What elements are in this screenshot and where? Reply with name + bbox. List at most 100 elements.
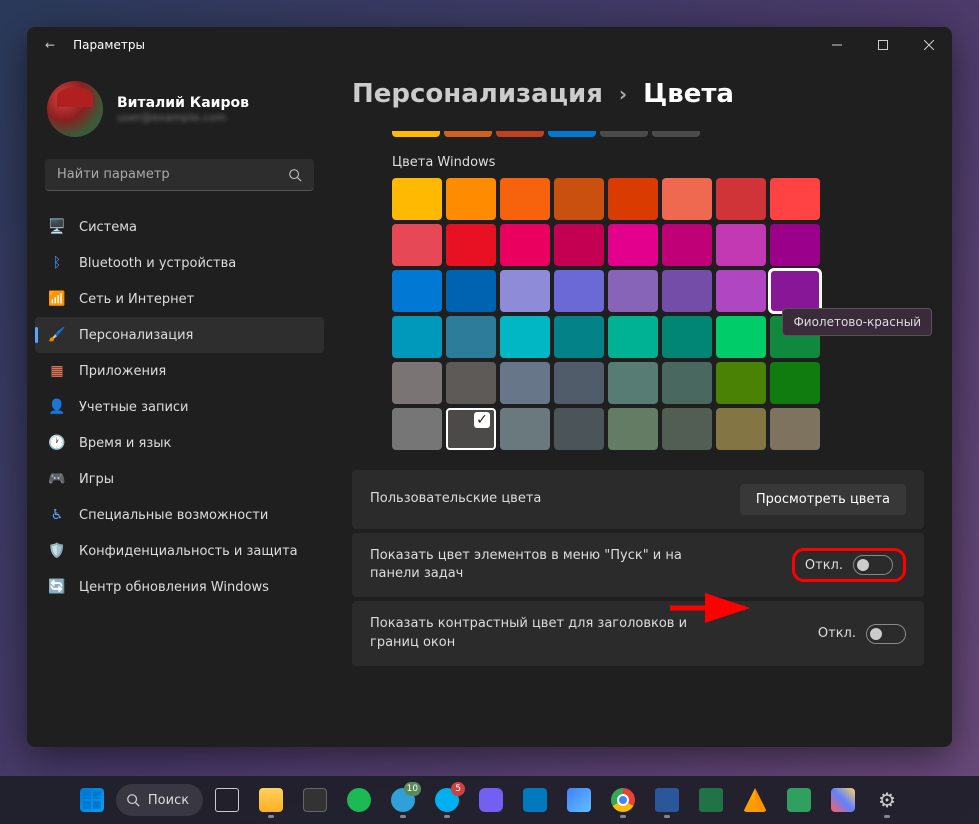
color-swatch[interactable] bbox=[446, 224, 496, 266]
color-swatch[interactable] bbox=[554, 178, 604, 220]
maximize-button[interactable] bbox=[860, 27, 906, 63]
color-swatch[interactable] bbox=[662, 408, 712, 450]
color-swatch[interactable] bbox=[770, 270, 820, 312]
color-swatch[interactable] bbox=[716, 270, 766, 312]
color-swatch[interactable] bbox=[662, 362, 712, 404]
breadcrumb-current: Цвета bbox=[643, 79, 734, 109]
color-swatch[interactable] bbox=[500, 178, 550, 220]
nav-label: Конфиденциальность и защита bbox=[79, 544, 298, 559]
color-swatch[interactable] bbox=[446, 316, 496, 358]
color-swatch[interactable] bbox=[500, 362, 550, 404]
taskbar-search[interactable]: Поиск bbox=[116, 784, 203, 816]
profile-section[interactable]: Виталий Каиров user@example.com bbox=[27, 71, 332, 155]
color-swatch[interactable] bbox=[392, 408, 442, 450]
color-swatch[interactable] bbox=[716, 362, 766, 404]
color-swatch[interactable] bbox=[554, 270, 604, 312]
color-swatch[interactable] bbox=[662, 270, 712, 312]
viber-icon[interactable] bbox=[471, 780, 511, 820]
color-swatch[interactable] bbox=[608, 362, 658, 404]
settings-icon[interactable]: ⚙ bbox=[867, 780, 907, 820]
color-swatch[interactable] bbox=[500, 224, 550, 266]
task-view-button[interactable] bbox=[207, 780, 247, 820]
color-swatch[interactable] bbox=[392, 362, 442, 404]
minimize-button[interactable] bbox=[814, 27, 860, 63]
recent-color-swatch[interactable] bbox=[392, 131, 440, 137]
color-swatch[interactable] bbox=[716, 178, 766, 220]
telegram-icon[interactable]: 10 bbox=[383, 780, 423, 820]
color-swatch[interactable] bbox=[770, 224, 820, 266]
color-swatch[interactable] bbox=[392, 178, 442, 220]
back-button[interactable]: ← bbox=[45, 38, 55, 52]
sidebar-item-9[interactable]: 🛡️Конфиденциальность и защита bbox=[35, 533, 324, 569]
accent-start-toggle[interactable] bbox=[853, 555, 893, 575]
breadcrumb-parent[interactable]: Персонализация bbox=[352, 79, 603, 109]
color-swatch[interactable] bbox=[392, 270, 442, 312]
close-button[interactable] bbox=[906, 27, 952, 63]
color-tooltip: Фиолетово-красный bbox=[782, 308, 932, 336]
color-swatch[interactable] bbox=[608, 270, 658, 312]
recent-color-swatch[interactable] bbox=[652, 131, 700, 137]
sidebar-item-2[interactable]: 📶Сеть и Интернет bbox=[35, 281, 324, 317]
skype-icon[interactable]: 5 bbox=[427, 780, 467, 820]
color-swatch[interactable] bbox=[392, 316, 442, 358]
recent-color-swatch[interactable] bbox=[444, 131, 492, 137]
color-swatch[interactable] bbox=[446, 362, 496, 404]
sidebar-item-6[interactable]: 🕐Время и язык bbox=[35, 425, 324, 461]
nav-icon: 🎮 bbox=[49, 471, 65, 487]
color-swatch[interactable] bbox=[770, 362, 820, 404]
vlc-icon[interactable] bbox=[735, 780, 775, 820]
photos-icon[interactable] bbox=[559, 780, 599, 820]
color-swatch[interactable] bbox=[716, 316, 766, 358]
trello-icon[interactable] bbox=[515, 780, 555, 820]
calculator-icon[interactable] bbox=[295, 780, 335, 820]
recent-color-swatch[interactable] bbox=[548, 131, 596, 137]
recent-color-swatch[interactable] bbox=[600, 131, 648, 137]
accent-title-toggle[interactable] bbox=[866, 624, 906, 644]
color-swatch[interactable] bbox=[608, 408, 658, 450]
start-button[interactable] bbox=[72, 780, 112, 820]
color-swatch[interactable] bbox=[770, 408, 820, 450]
sidebar-item-1[interactable]: ᛒBluetooth и устройства bbox=[35, 245, 324, 281]
sidebar-item-4[interactable]: ▦Приложения bbox=[35, 353, 324, 389]
color-swatch[interactable] bbox=[500, 408, 550, 450]
app-icon[interactable] bbox=[779, 780, 819, 820]
color-swatch[interactable] bbox=[608, 178, 658, 220]
color-swatch[interactable] bbox=[662, 316, 712, 358]
color-swatch[interactable] bbox=[716, 408, 766, 450]
color-swatch[interactable] bbox=[446, 408, 496, 450]
sidebar-item-8[interactable]: ♿Специальные возможности bbox=[35, 497, 324, 533]
color-swatch[interactable] bbox=[770, 178, 820, 220]
sidebar-item-7[interactable]: 🎮Игры bbox=[35, 461, 324, 497]
color-swatch[interactable] bbox=[608, 316, 658, 358]
sidebar-item-5[interactable]: 👤Учетные записи bbox=[35, 389, 324, 425]
recent-color-swatch[interactable] bbox=[496, 131, 544, 137]
color-swatch[interactable] bbox=[716, 224, 766, 266]
excel-icon[interactable] bbox=[691, 780, 731, 820]
color-swatch[interactable] bbox=[554, 408, 604, 450]
color-swatch[interactable] bbox=[554, 316, 604, 358]
color-swatch[interactable] bbox=[662, 224, 712, 266]
color-swatch[interactable] bbox=[446, 178, 496, 220]
sidebar-item-3[interactable]: 🖌️Персонализация bbox=[35, 317, 324, 353]
color-swatch[interactable] bbox=[608, 224, 658, 266]
chrome-icon[interactable] bbox=[603, 780, 643, 820]
view-colors-button[interactable]: Просмотреть цвета bbox=[740, 484, 906, 515]
color-swatch[interactable] bbox=[392, 224, 442, 266]
nav-label: Система bbox=[79, 220, 137, 235]
search-input[interactable] bbox=[45, 159, 314, 191]
window-controls bbox=[814, 27, 952, 63]
color-swatch[interactable] bbox=[554, 224, 604, 266]
spotify-icon[interactable] bbox=[339, 780, 379, 820]
color-swatch[interactable] bbox=[662, 178, 712, 220]
paint-icon[interactable] bbox=[823, 780, 863, 820]
color-swatch[interactable] bbox=[554, 362, 604, 404]
profile-name: Виталий Каиров bbox=[117, 95, 249, 111]
nav-list: 🖥️СистемаᛒBluetooth и устройства📶Сеть и … bbox=[27, 209, 332, 605]
sidebar-item-0[interactable]: 🖥️Система bbox=[35, 209, 324, 245]
color-swatch[interactable] bbox=[446, 270, 496, 312]
sidebar-item-10[interactable]: 🔄Центр обновления Windows bbox=[35, 569, 324, 605]
word-icon[interactable] bbox=[647, 780, 687, 820]
color-swatch[interactable] bbox=[500, 316, 550, 358]
color-swatch[interactable] bbox=[500, 270, 550, 312]
explorer-icon[interactable] bbox=[251, 780, 291, 820]
